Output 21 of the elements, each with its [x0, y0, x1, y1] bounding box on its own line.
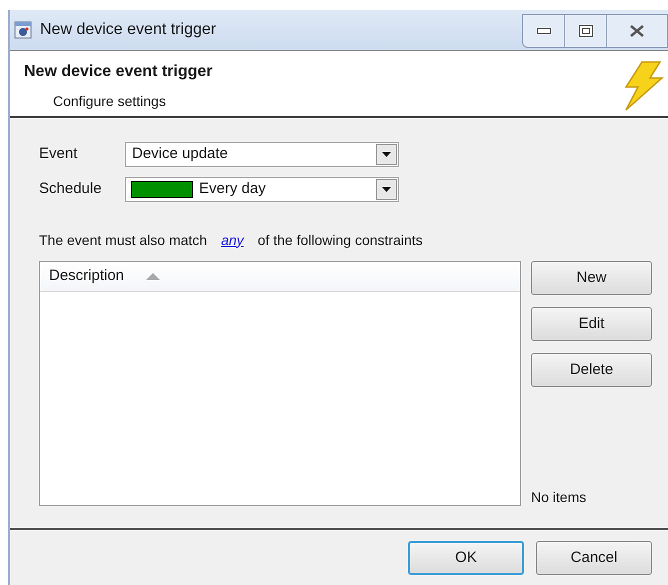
button[interactable]: Cancel — [536, 541, 652, 575]
dropdown[interactable]: Every day — [125, 177, 399, 202]
button[interactable]: Delete — [531, 353, 652, 387]
header-title: New device event trigger — [24, 62, 213, 82]
dropdown[interactable]: Device update — [125, 142, 399, 167]
minimize-icon — [536, 28, 550, 34]
button[interactable]: New — [531, 261, 652, 295]
close-icon — [630, 25, 644, 37]
button[interactable]: OK — [408, 541, 524, 575]
any-link[interactable]: any — [221, 230, 244, 250]
maximize-icon — [578, 25, 592, 37]
field-label: Event — [39, 144, 78, 164]
window-title: New device event trigger — [40, 20, 216, 40]
field-label: Schedule — [39, 179, 103, 200]
header-subtitle: Configure settings — [53, 92, 167, 111]
app-icon — [14, 21, 32, 39]
constraint-sentence: The event must also match any of the following constraints — [39, 230, 668, 250]
dropdown-arrow-icon — [382, 187, 391, 192]
item-count: No items — [531, 488, 588, 507]
dropdown-arrow-icon — [382, 152, 391, 157]
button[interactable]: Edit — [531, 307, 652, 341]
